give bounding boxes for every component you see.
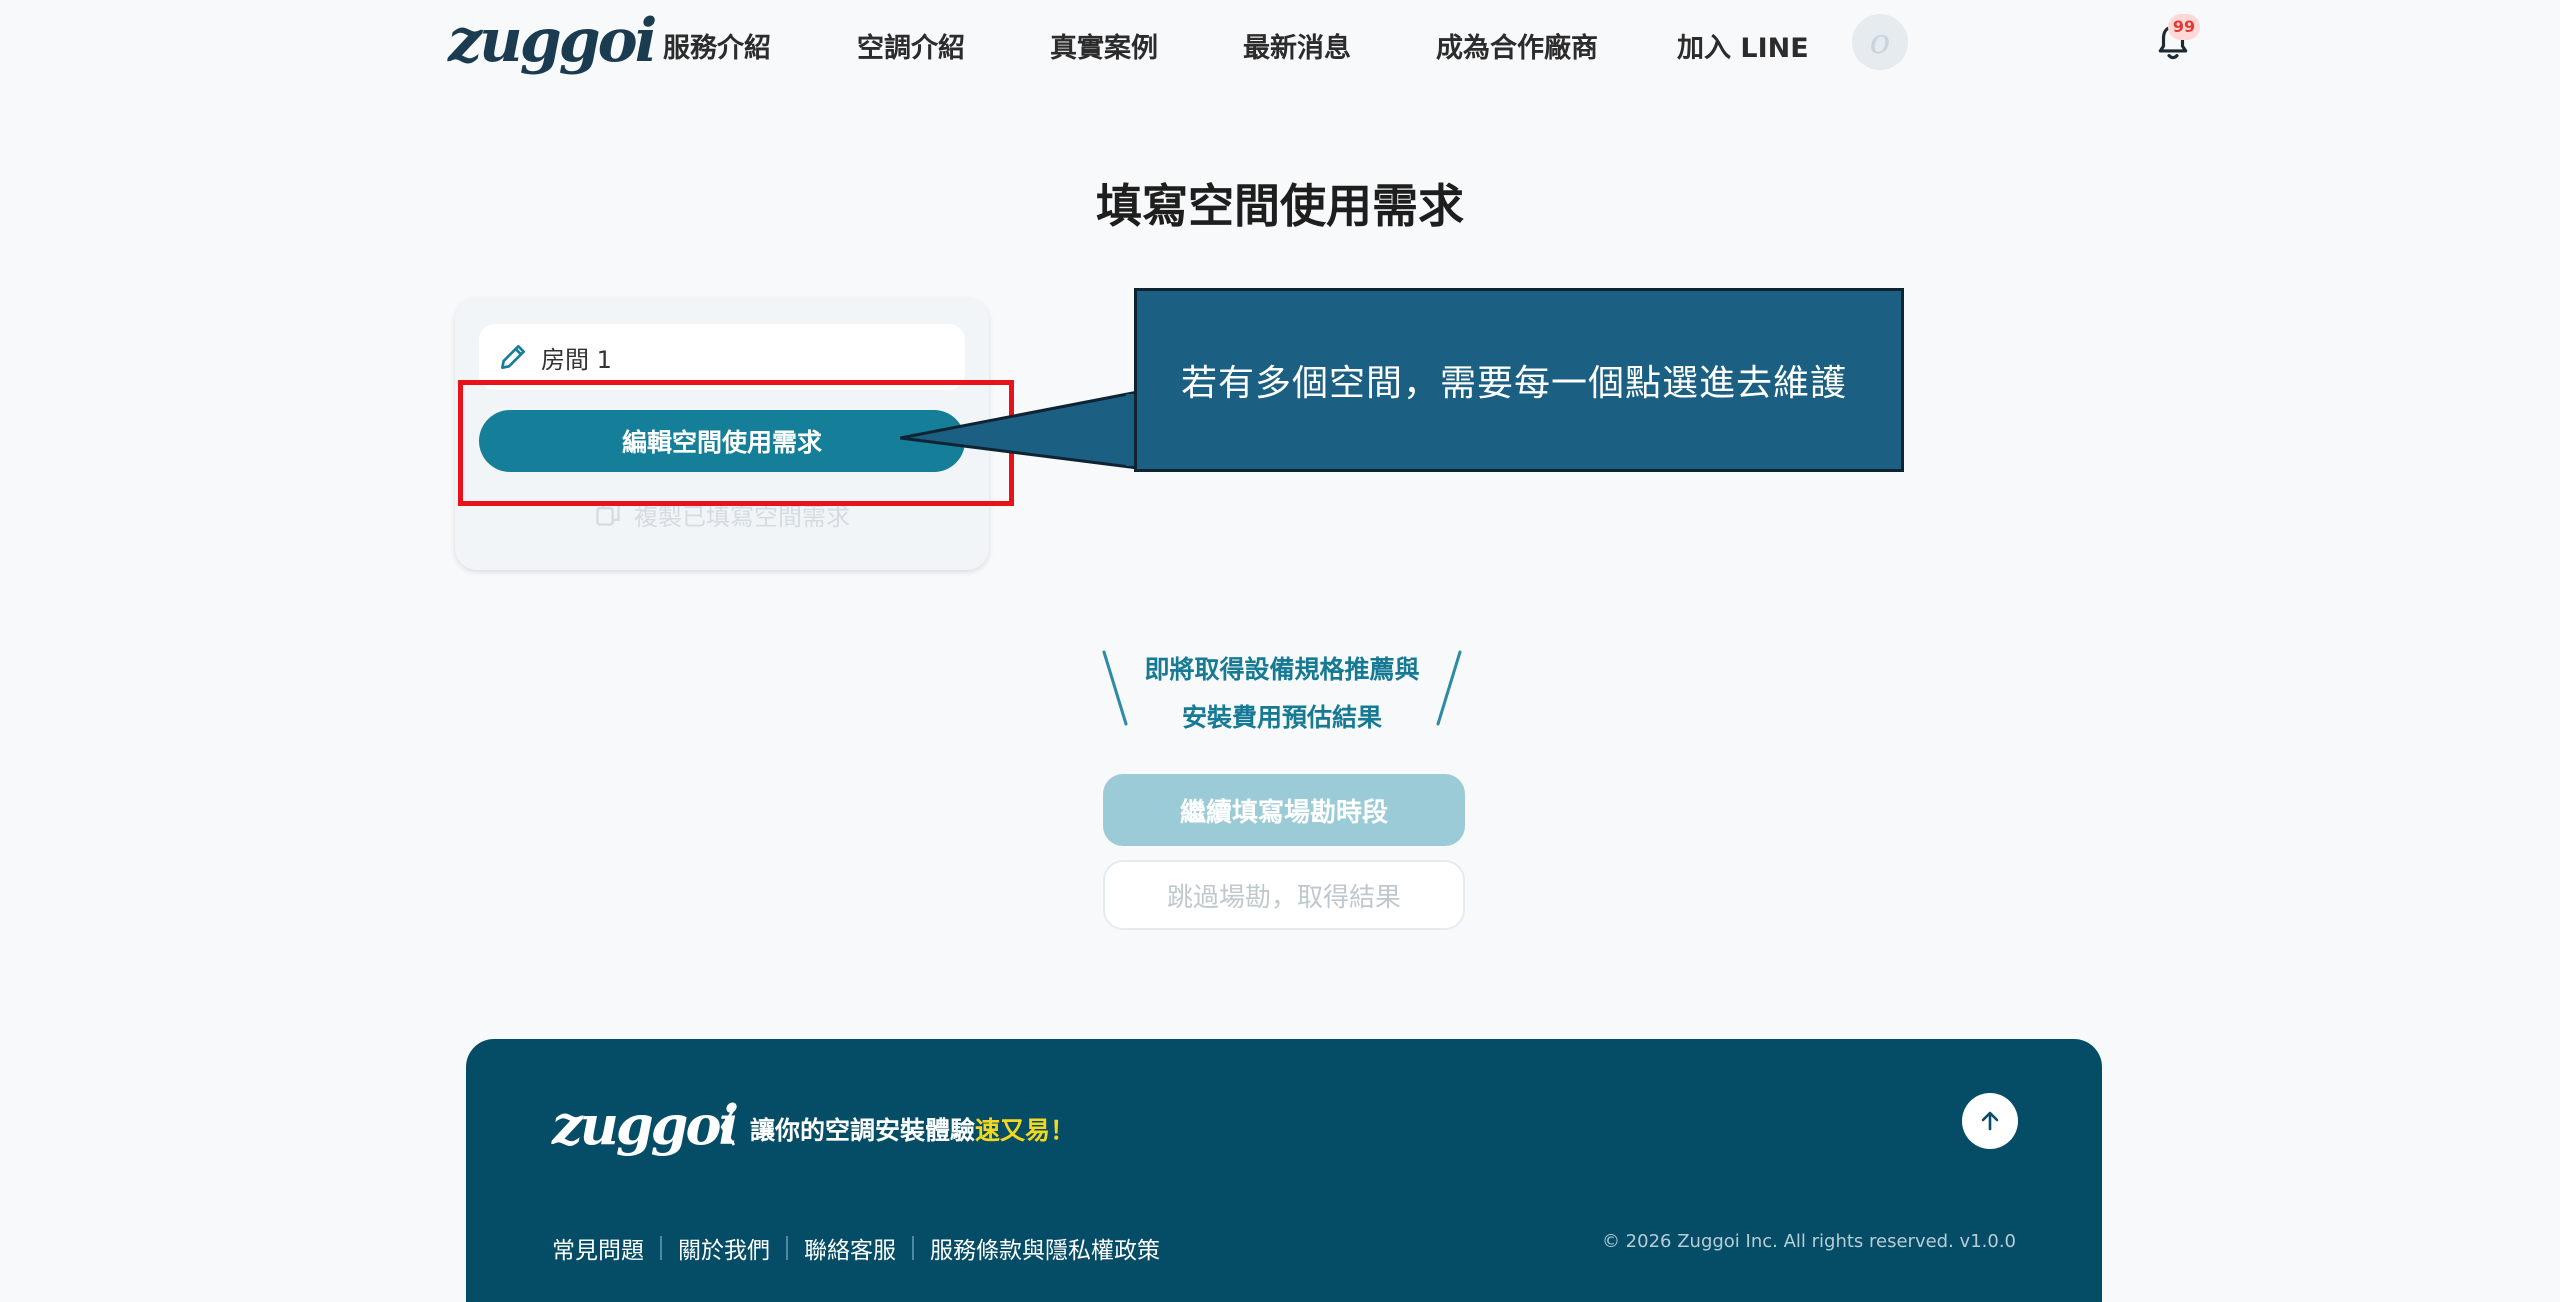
copyright-text: © 2026 Zuggoi Inc. All rights reserved. …	[1601, 1231, 2016, 1252]
skip-survey-button[interactable]: 跳過場勘，取得結果	[1103, 860, 1465, 930]
room-name-label: 房間 1	[541, 345, 612, 374]
footer-links: 常見問題 關於我們 聯絡客服 服務條款與隱私權政策	[552, 1231, 1160, 1265]
nav-item-partner[interactable]: 成為合作廠商	[1436, 26, 1598, 65]
nav-item-aircon[interactable]: 空調介紹	[857, 26, 965, 65]
nav-item-news[interactable]: 最新消息	[1243, 26, 1351, 65]
annotation-callout: 若有多個空間，需要每一個點選進去維護	[1134, 288, 1904, 472]
avatar[interactable]: o	[1852, 14, 1908, 70]
slogan-prefix: 讓你的空調安裝體驗	[750, 1116, 976, 1145]
promo-line-1: 即將取得設備規格推薦與	[1144, 655, 1420, 684]
back-to-top-button[interactable]	[1962, 1093, 2018, 1149]
continue-site-survey-button[interactable]: 繼續填寫場勘時段	[1103, 774, 1465, 846]
footer-link-contact[interactable]: 聯絡客服	[804, 1231, 896, 1265]
arrow-up-icon	[1981, 1111, 1999, 1131]
site-footer: zuggoi 讓你的空調安裝體驗速又易！ 常見問題 關於我們 聯絡客服 服務條款…	[466, 1039, 2102, 1302]
footer-divider	[912, 1236, 914, 1260]
footer-link-about[interactable]: 關於我們	[678, 1231, 770, 1265]
nav-item-line[interactable]: 加入 LINE	[1677, 26, 1809, 65]
footer-link-faq[interactable]: 常見問題	[552, 1231, 644, 1265]
notification-badge: 99	[2168, 14, 2200, 40]
callout-pointer	[900, 390, 1140, 470]
footer-divider	[786, 1236, 788, 1260]
callout-text: 若有多個空間，需要每一個點選進去維護	[1181, 363, 1848, 404]
footer-logo[interactable]: zuggoi	[552, 1093, 739, 1157]
footer-link-terms[interactable]: 服務條款與隱私權政策	[930, 1231, 1160, 1265]
footer-slogan: 讓你的空調安裝體驗速又易！	[750, 1111, 1075, 1147]
slogan-highlight: 速又易！	[975, 1116, 1076, 1145]
footer-divider	[660, 1236, 662, 1260]
zuggoi-logo[interactable]: zuggoi	[448, 6, 657, 76]
nav-item-cases[interactable]: 真實案例	[1050, 26, 1158, 65]
promo-message: 即將取得設備規格推薦與 安裝費用預估結果	[1100, 648, 1464, 732]
nav-item-services[interactable]: 服務介紹	[663, 26, 771, 65]
pencil-icon[interactable]	[497, 341, 529, 373]
chevron-left-icon	[720, 1108, 736, 1146]
right-slash-decoration	[1436, 650, 1462, 726]
site-header: zuggoi 服務介紹 空調介紹 真實案例 最新消息 成為合作廠商 加入 LIN…	[0, 0, 2560, 90]
page-title: 填寫空間使用需求	[1096, 179, 1464, 233]
promo-line-2: 安裝費用預估結果	[1181, 703, 1382, 732]
